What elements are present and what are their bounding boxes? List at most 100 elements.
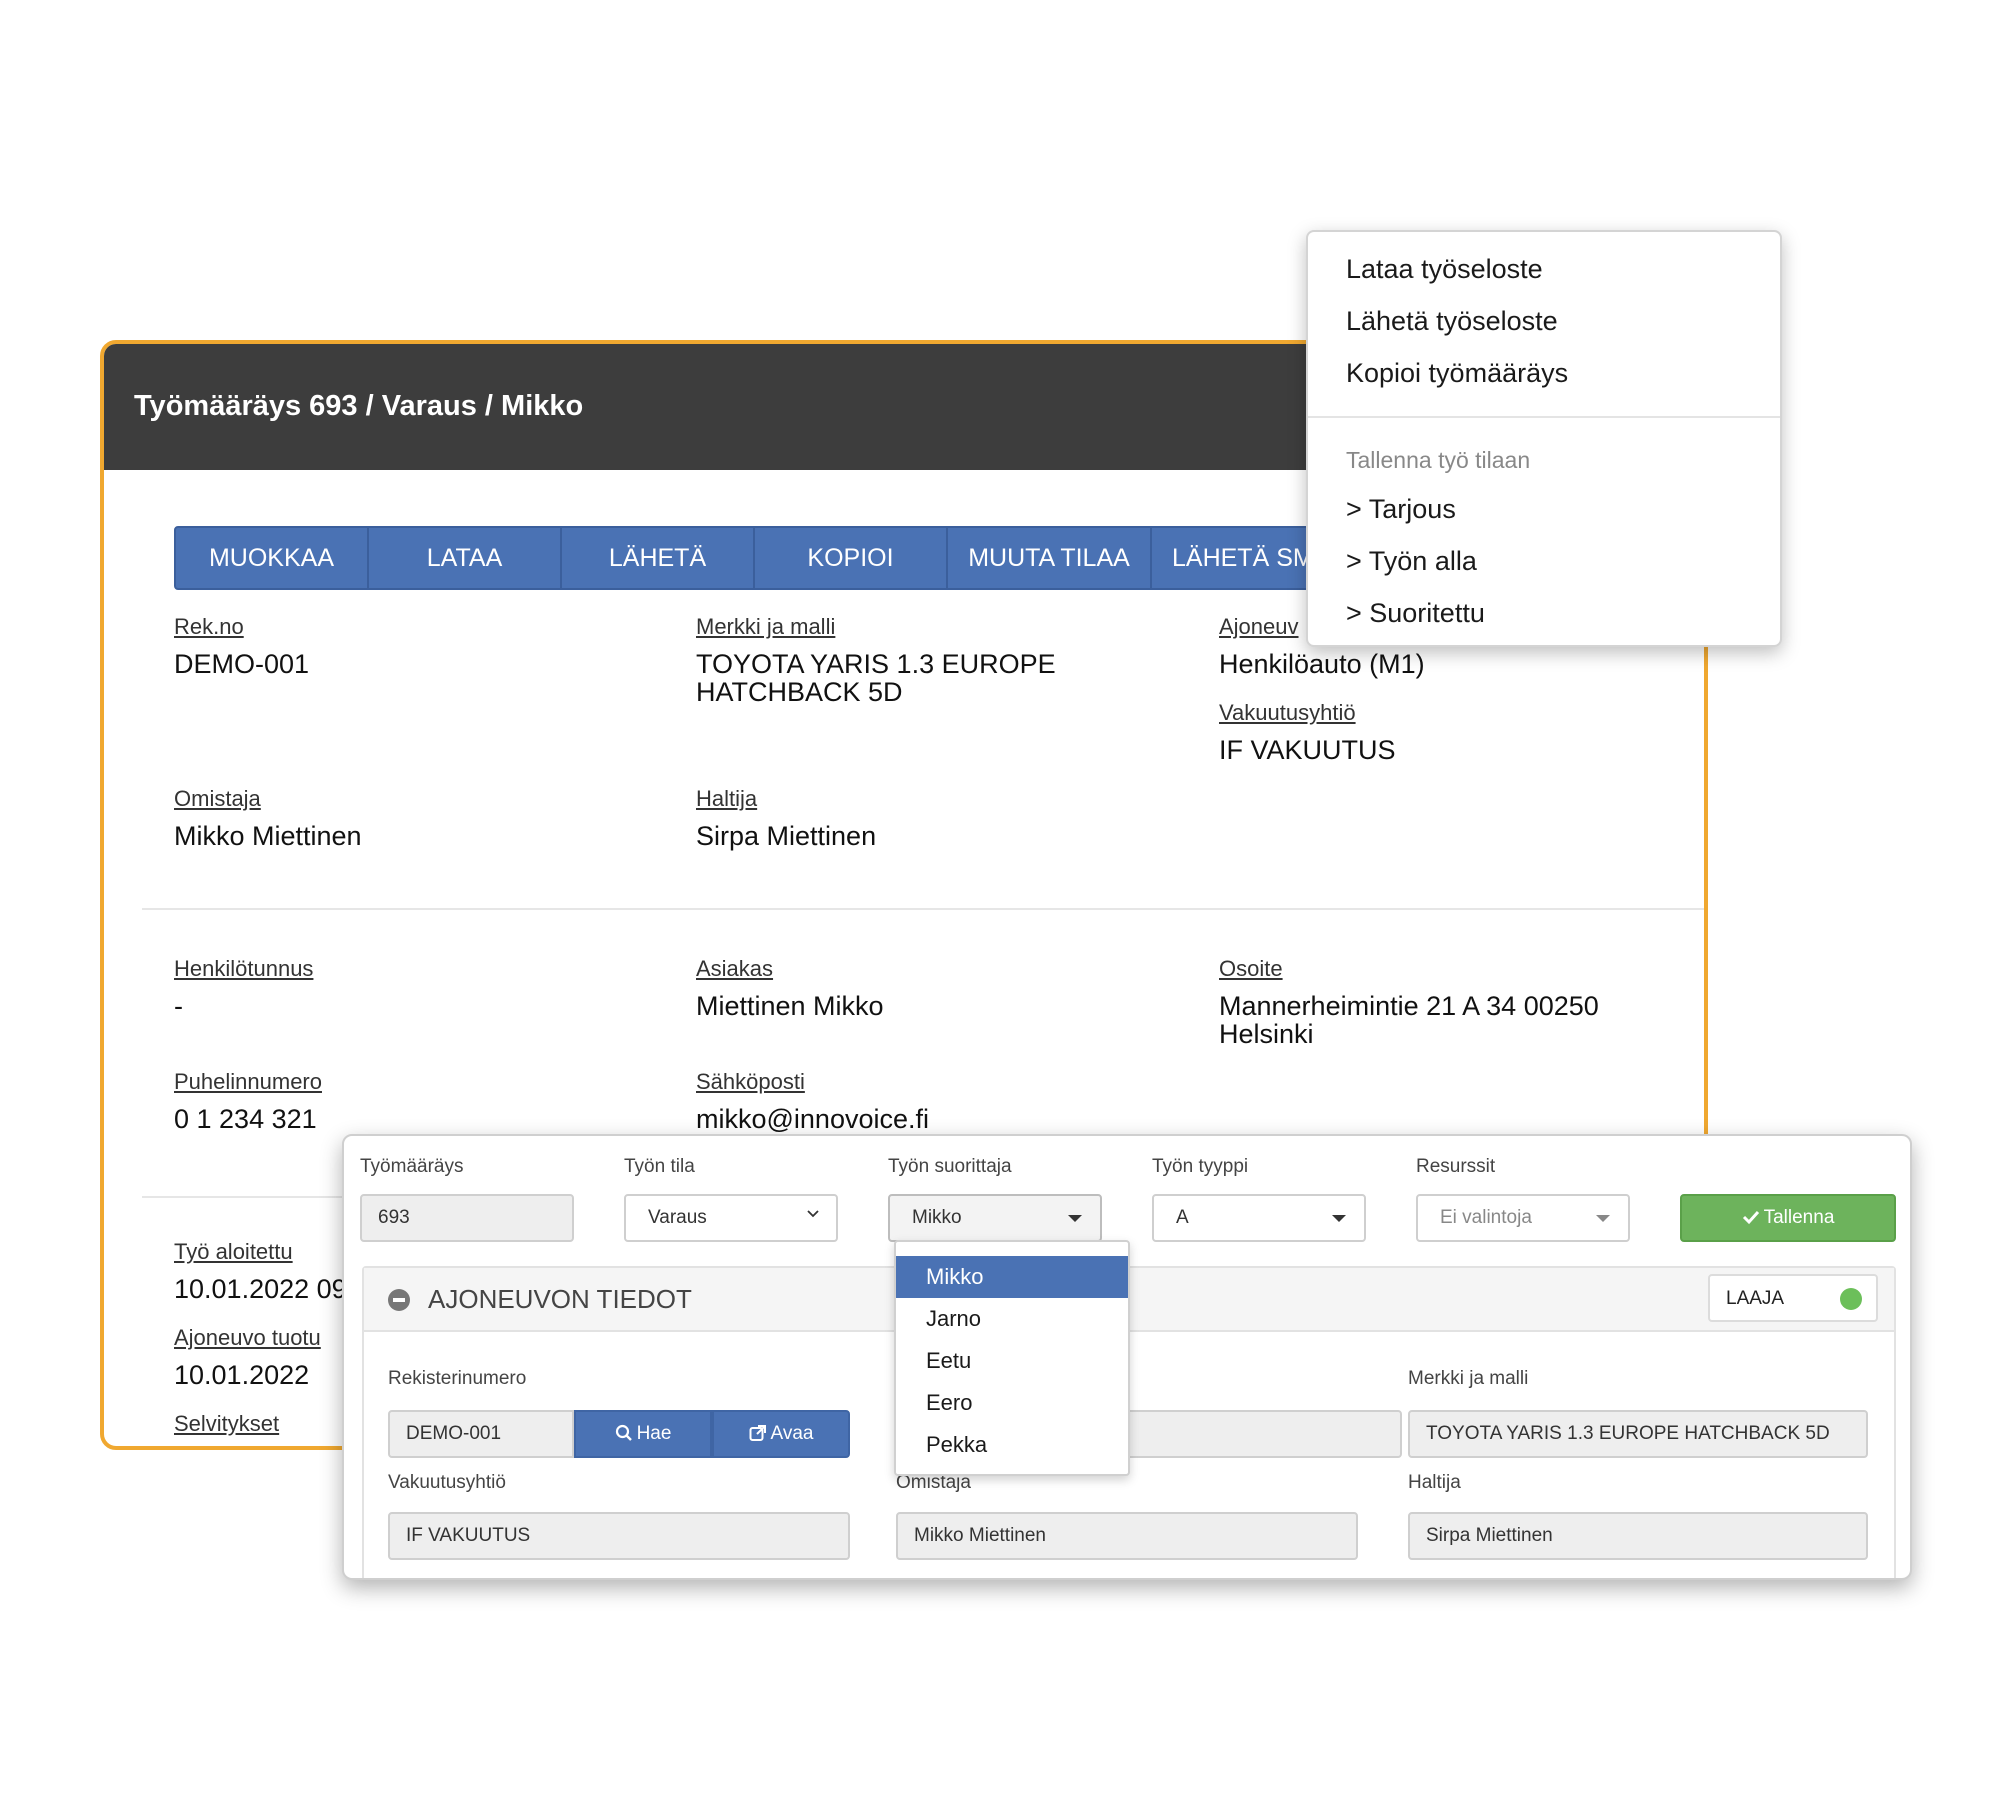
form-model-input[interactable]: TOYOTA YARIS 1.3 EUROPE HATCHBACK 5D <box>1408 1410 1868 1458</box>
insurance-field: Vakuutusyhtiö IF VAKUUTUS <box>1219 700 1396 764</box>
toggle-status-dot <box>1840 1288 1862 1310</box>
vehicle-info-title: AJONEUVON TIEDOT <box>428 1284 692 1314</box>
save-button-label: Tallenna <box>1763 1207 1835 1228</box>
email-label: Sähköposti <box>696 1069 805 1094</box>
caret-down-icon <box>1596 1215 1610 1222</box>
search-button[interactable]: Hae <box>574 1410 712 1458</box>
menu-download-worksheet[interactable]: Lataa työseloste <box>1346 254 1543 285</box>
resources-select-value: Ei valintoja <box>1440 1207 1532 1228</box>
insurance-label: Vakuutusyhtiö <box>1219 700 1356 725</box>
address-field: Osoite Mannerheimintie 21 A 34 00250 Hel… <box>1219 956 1599 1048</box>
model-value-line1: TOYOTA YARIS 1.3 EUROPE <box>696 649 1056 679</box>
open-button[interactable]: Avaa <box>712 1410 850 1458</box>
order-number-input[interactable]: 693 <box>360 1194 574 1242</box>
ssn-field: Henkilötunnus - <box>174 956 313 1020</box>
performer-select-value: Mikko <box>912 1207 962 1228</box>
reg-number-label: Rekisterinumero <box>388 1368 527 1389</box>
ssn-value: - <box>174 991 183 1021</box>
send-button[interactable]: LÄHETÄ <box>562 528 755 588</box>
address-value-line2: Helsinki <box>1219 1019 1314 1049</box>
holder-value: Sirpa Miettinen <box>696 821 877 851</box>
work-started-field: Työ aloitettu 10.01.2022 09 <box>174 1239 347 1303</box>
reg-number-input[interactable]: DEMO-001 <box>388 1410 574 1458</box>
vehicle-arrived-label: Ajoneuvo tuotu <box>174 1325 321 1350</box>
rekno-value: DEMO-001 <box>174 649 310 679</box>
form-insurance-input[interactable]: IF VAKUUTUS <box>388 1512 850 1560</box>
form-owner-input[interactable]: Mikko Miettinen <box>896 1512 1358 1560</box>
order-label: Työmääräys <box>360 1156 464 1177</box>
model-field: Merkki ja malli TOYOTA YARIS 1.3 EUROPE … <box>696 614 1056 706</box>
download-button[interactable]: LATAA <box>369 528 562 588</box>
status-select-value: Varaus <box>648 1207 707 1228</box>
model-value-line2: HATCHBACK 5D <box>696 677 903 707</box>
extended-toggle[interactable]: LAAJA <box>1708 1274 1878 1322</box>
owner-value: Mikko Miettinen <box>174 821 362 851</box>
phone-label: Puhelinnumero <box>174 1069 322 1094</box>
resources-label: Resurssit <box>1416 1156 1496 1177</box>
work-type-select[interactable]: A <box>1152 1194 1366 1242</box>
form-holder-input[interactable]: Sirpa Miettinen <box>1408 1512 1868 1560</box>
owner-field: Omistaja Mikko Miettinen <box>174 786 362 850</box>
rekno-field: Rek.no DEMO-001 <box>174 614 309 678</box>
performer-label: Työn suorittaja <box>888 1156 1012 1177</box>
menu-status-offer[interactable]: > Tarjous <box>1346 494 1456 525</box>
address-label: Osoite <box>1219 956 1283 981</box>
work-started-value: 10.01.2022 09 <box>174 1274 347 1304</box>
phone-field: Puhelinnumero 0 1 234 321 <box>174 1069 322 1133</box>
work-type-label: Työn tyyppi <box>1152 1156 1249 1177</box>
email-field: Sähköposti mikko@innovoice.fi <box>696 1069 929 1133</box>
work-started-label: Työ aloitettu <box>174 1239 293 1264</box>
address-value-line1: Mannerheimintie 21 A 34 00250 <box>1219 991 1599 1021</box>
menu-send-worksheet[interactable]: Lähetä työseloste <box>1346 306 1558 337</box>
status-label: Työn tila <box>624 1156 695 1177</box>
menu-status-header: Tallenna työ tilaan <box>1346 447 1531 473</box>
copy-button[interactable]: KOPIOI <box>755 528 948 588</box>
status-select[interactable]: Varaus <box>624 1194 838 1242</box>
external-link-icon <box>749 1425 766 1441</box>
menu-status-completed[interactable]: > Suoritettu <box>1346 598 1485 629</box>
search-button-label: Hae <box>636 1423 672 1444</box>
extended-toggle-label: LAAJA <box>1726 1288 1785 1309</box>
change-status-button[interactable]: MUUTA TILAA <box>948 528 1152 588</box>
customer-value: Miettinen Mikko <box>696 991 884 1021</box>
model-label: Merkki ja malli <box>696 614 836 639</box>
owner-label: Omistaja <box>174 786 261 811</box>
email-value: mikko@innovoice.fi <box>696 1104 929 1134</box>
insurance-value: IF VAKUUTUS <box>1219 735 1396 765</box>
search-icon <box>615 1424 632 1441</box>
save-button[interactable]: Tallenna <box>1680 1194 1896 1242</box>
holder-label: Haltija <box>696 786 758 811</box>
resources-select[interactable]: Ei valintoja <box>1416 1194 1630 1242</box>
customer-field: Asiakas Miettinen Mikko <box>696 956 884 1020</box>
performer-option-pekka[interactable]: Pekka <box>896 1424 1128 1466</box>
performer-option-jarno[interactable]: Jarno <box>896 1298 1128 1340</box>
minus-circle-icon[interactable] <box>388 1289 410 1311</box>
chevron-down-icon <box>807 1210 819 1218</box>
performer-option-mikko[interactable]: Mikko <box>896 1256 1128 1298</box>
holder-field: Haltija Sirpa Miettinen <box>696 786 876 850</box>
caret-down-icon <box>1332 1215 1346 1222</box>
section-divider <box>142 908 1704 910</box>
phone-value: 0 1 234 321 <box>174 1104 317 1134</box>
work-type-select-value: A <box>1176 1207 1189 1228</box>
form-insurance-label: Vakuutusyhtiö <box>388 1472 506 1493</box>
form-holder-label: Haltija <box>1408 1472 1461 1493</box>
menu-copy-work-order[interactable]: Kopioi työmääräys <box>1346 358 1568 389</box>
performer-select[interactable]: Mikko <box>888 1194 1102 1242</box>
vehicle-arrived-field: Ajoneuvo tuotu 10.01.2022 <box>174 1325 321 1389</box>
notes-field: Selvitykset <box>174 1411 279 1446</box>
performer-option-eetu[interactable]: Eetu <box>896 1340 1128 1382</box>
action-dropdown-menu: Lataa työseloste Lähetä työseloste Kopio… <box>1306 230 1782 647</box>
send-sms-button[interactable]: LÄHETÄ SM <box>1152 528 1332 588</box>
check-icon <box>1742 1210 1759 1225</box>
edit-button[interactable]: MUOKKAA <box>176 528 369 588</box>
rekno-label: Rek.no <box>174 614 244 639</box>
caret-down-icon <box>1068 1215 1082 1222</box>
customer-label: Asiakas <box>696 956 774 981</box>
performer-option-eero[interactable]: Eero <box>896 1382 1128 1424</box>
vehicle-type-value: Henkilöauto (M1) <box>1219 649 1425 679</box>
menu-status-in-progress[interactable]: > Työn alla <box>1346 546 1477 577</box>
menu-divider <box>1308 416 1780 418</box>
edit-form-panel: Työmääräys 693 Työn tila Varaus Työn suo… <box>342 1134 1912 1580</box>
notes-label[interactable]: Selvitykset <box>174 1411 279 1437</box>
